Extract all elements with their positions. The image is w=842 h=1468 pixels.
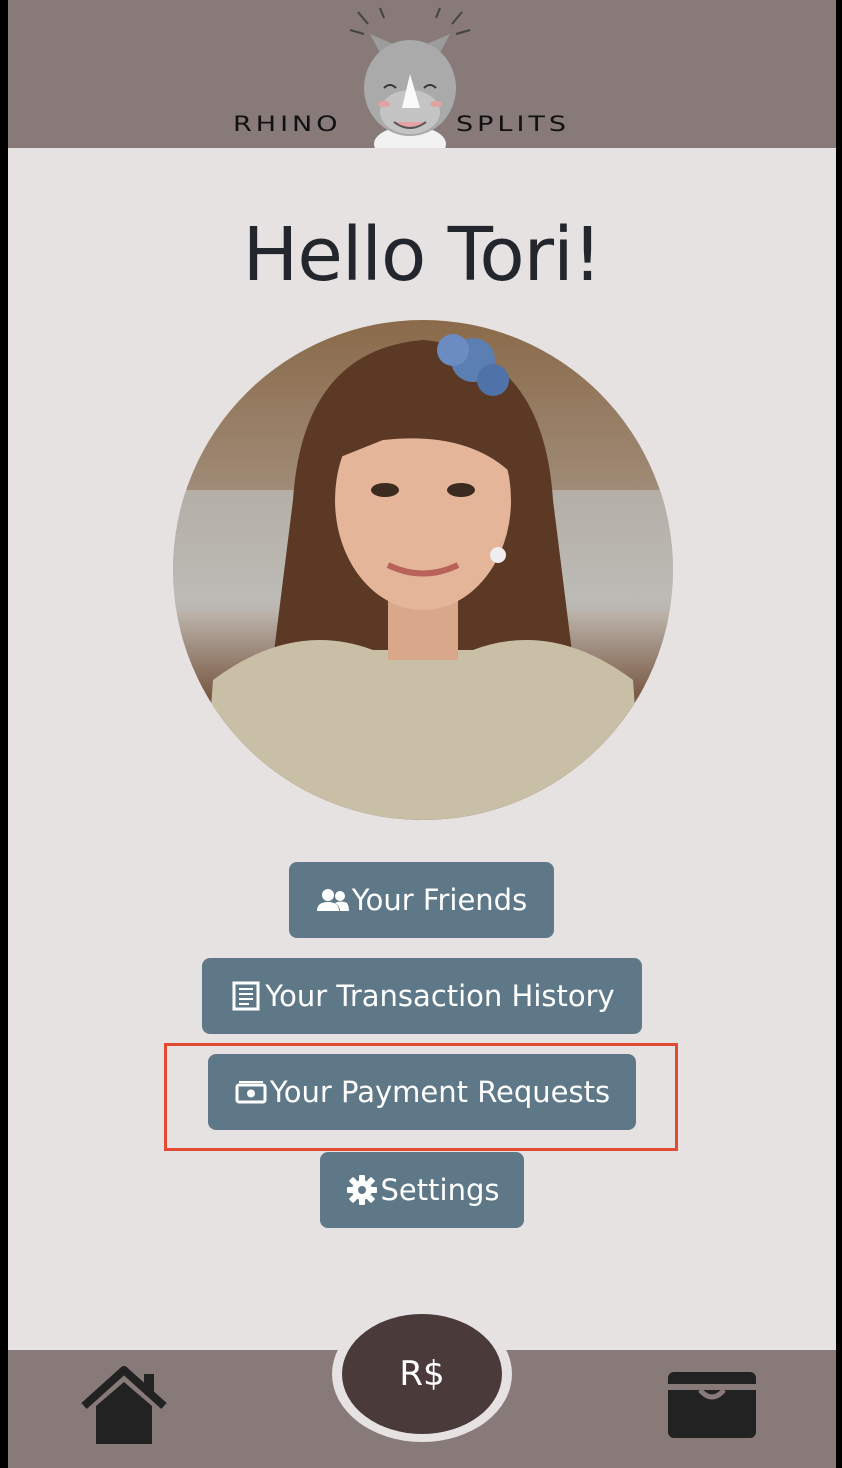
home-icon[interactable] [80,1366,168,1446]
currency-button[interactable]: R$ [342,1314,502,1434]
receipt-icon [229,979,263,1013]
wallet-icon[interactable] [666,1370,758,1440]
logo-text-left: RHINO [233,112,342,137]
your-payment-requests-button[interactable]: Your Payment Requests [208,1054,636,1130]
settings-label: Settings [380,1173,500,1207]
your-transaction-history-button[interactable]: Your Transaction History [202,958,642,1034]
app-frame: RHINO SPLITS Hello Tori! Your Friends Yo… [8,0,836,1468]
users-icon [316,883,350,917]
your-friends-label: Your Friends [351,883,528,917]
app-header: RHINO SPLITS [8,0,836,148]
logo-text-right: SPLITS [456,112,571,137]
greeting-title: Hello Tori! [242,212,603,298]
cash-icon [234,1075,268,1109]
your-transaction-history-label: Your Transaction History [265,979,615,1013]
profile-avatar [173,320,673,820]
settings-button[interactable]: Settings [320,1152,524,1228]
your-payment-requests-label: Your Payment Requests [269,1075,611,1109]
your-friends-button[interactable]: Your Friends [289,862,554,938]
gear-icon [345,1173,379,1207]
